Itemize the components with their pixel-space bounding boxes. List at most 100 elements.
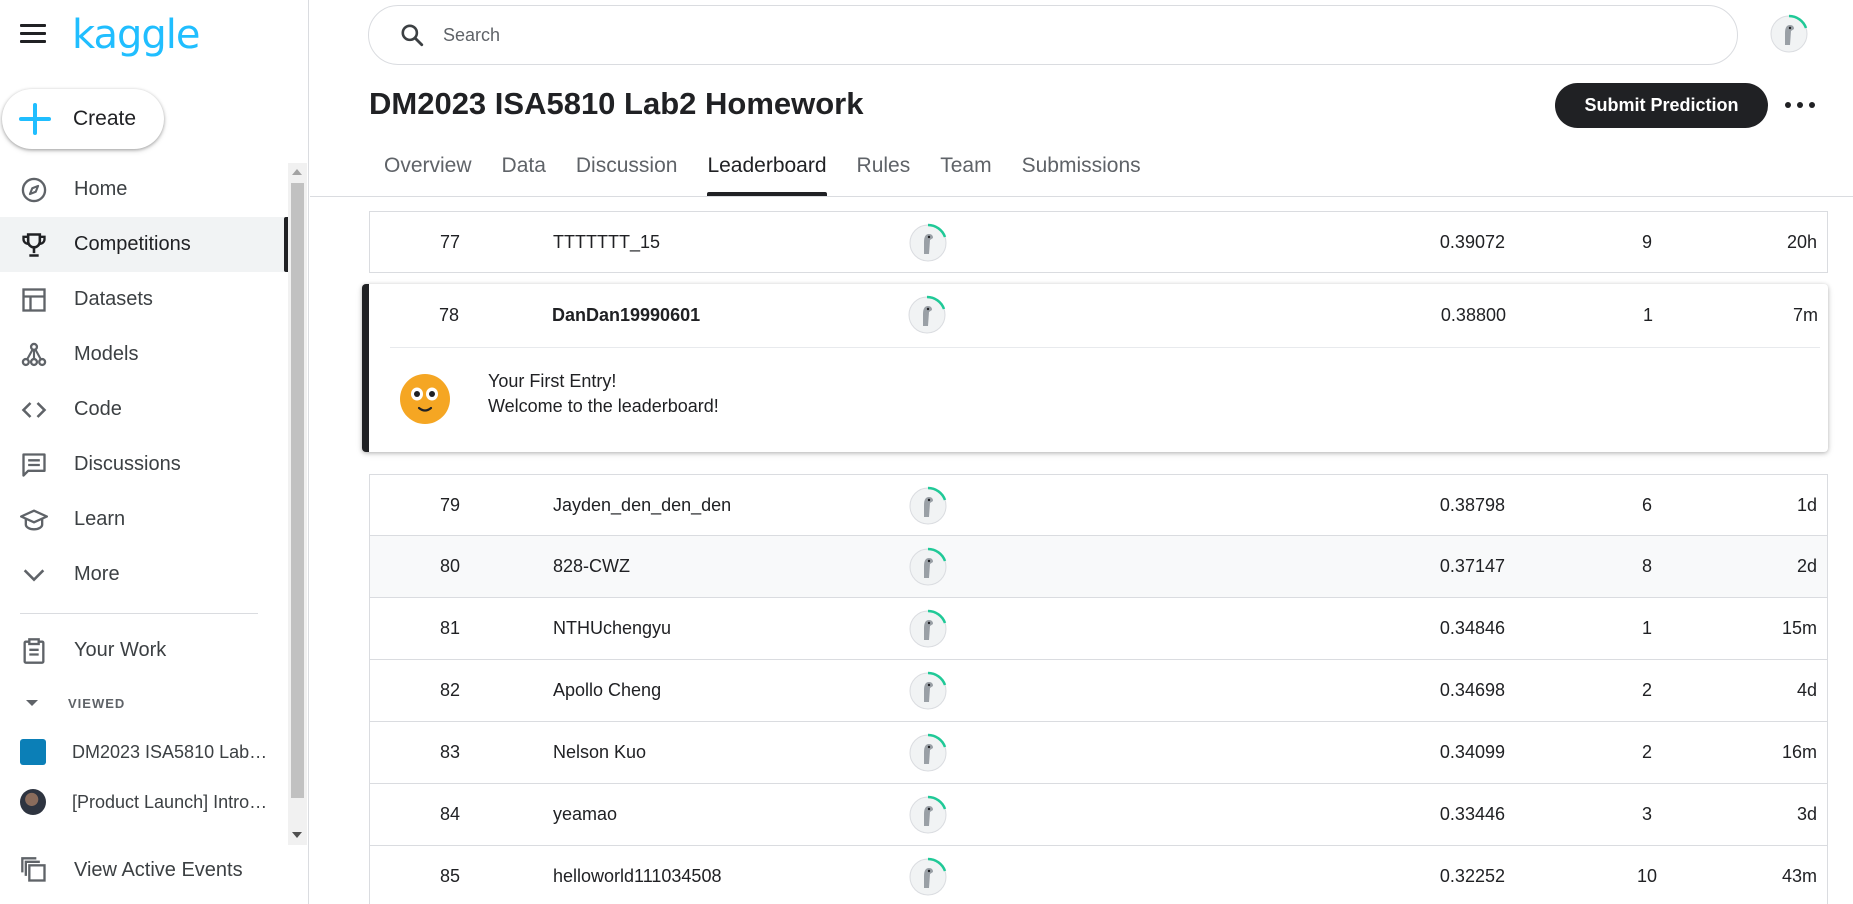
your-entry-highlight: 78 DanDan19990601 0.38800 1 7m Your Firs… (362, 284, 1828, 452)
team-name[interactable]: TTTTTTT_15 (553, 232, 660, 253)
sidebar-item-label: Learn (74, 508, 126, 530)
last-submission-cell: 1d (1796, 494, 1817, 515)
sidebar-item-code[interactable]: Code (0, 382, 288, 437)
kaggle-logo[interactable]: kaggle (72, 12, 200, 58)
team-name[interactable]: Jayden_den_den_den (553, 495, 731, 516)
tab-team[interactable]: Team (925, 148, 1006, 196)
sidebar-item-datasets[interactable]: Datasets (0, 272, 288, 327)
table-row[interactable]: 77 TTTTTTT_15 0.39072 9 20h (369, 211, 1828, 273)
trophy-icon (20, 231, 48, 259)
score-cell: 0.38800 (1440, 304, 1506, 325)
entries-cell: 6 (1641, 494, 1652, 515)
chevron-down-icon (20, 561, 48, 589)
divider (20, 613, 258, 614)
entries-cell: 10 (1636, 866, 1658, 886)
sidebar: kaggle Create Home Competitions Datasets (0, 0, 309, 904)
team-avatar[interactable] (908, 671, 948, 711)
table-row[interactable]: 82 Apollo Cheng 0.34698 2 4d (369, 660, 1828, 722)
create-button[interactable]: Create (2, 89, 164, 149)
table-row[interactable]: 81 NTHUchengyu 0.34846 1 15m (369, 598, 1828, 660)
sidebar-nav: Home Competitions Datasets Models Code D… (0, 162, 288, 602)
score-cell: 0.38798 (1439, 494, 1505, 515)
table-row[interactable]: 85 helloworld111034508 0.32252 10 43m (369, 846, 1828, 904)
sidebar-item-label: Home (74, 178, 128, 200)
team-name[interactable]: Apollo Cheng (553, 680, 661, 701)
rank-cell: 82 (439, 680, 461, 700)
last-submission-cell: 7m (1792, 304, 1818, 325)
team-avatar[interactable] (908, 486, 948, 526)
team-name[interactable]: Nelson Kuo (553, 742, 646, 763)
team-avatar[interactable] (908, 609, 948, 649)
team-name[interactable]: DanDan19990601 (552, 305, 700, 326)
entries-cell: 3 (1641, 804, 1652, 824)
team-avatar[interactable] (908, 733, 948, 773)
team-name[interactable]: helloworld111034508 (553, 866, 721, 887)
entries-cell: 1 (1641, 618, 1652, 638)
view-active-events-link[interactable]: View Active Events (0, 845, 288, 895)
sidebar-item-learn[interactable]: Learn (0, 492, 288, 547)
sidebar-item-discussions[interactable]: Discussions (0, 437, 288, 492)
score-cell: 0.34099 (1439, 742, 1505, 762)
scroll-up-arrow-icon[interactable] (292, 169, 302, 175)
team-avatar[interactable] (908, 795, 948, 835)
table-row[interactable]: 78 DanDan19990601 0.38800 1 7m (369, 284, 1828, 346)
team-name[interactable]: 828-CWZ (553, 556, 630, 577)
viewed-item-competition[interactable]: DM2023 ISA5810 Lab2 Homework (0, 728, 288, 776)
smiley-face-icon (400, 374, 450, 424)
search-icon (401, 24, 424, 47)
tab-discussion[interactable]: Discussion (561, 148, 693, 196)
sidebar-item-home[interactable]: Home (0, 162, 288, 217)
more-options-icon[interactable] (1785, 95, 1815, 115)
team-avatar[interactable] (907, 295, 947, 335)
rank-cell: 81 (439, 618, 461, 638)
tab-submissions[interactable]: Submissions (1007, 148, 1156, 196)
entries-cell: 8 (1641, 556, 1652, 576)
tab-rules[interactable]: Rules (842, 148, 926, 196)
scroll-down-arrow-icon[interactable] (292, 832, 302, 838)
divider (310, 196, 1853, 197)
sidebar-item-your-work[interactable]: Your Work (0, 623, 288, 678)
tab-data[interactable]: Data (487, 148, 561, 196)
team-avatar[interactable] (908, 547, 948, 587)
scrollbar-thumb[interactable] (291, 183, 304, 798)
entries-cell: 1 (1642, 304, 1653, 325)
compass-icon (20, 176, 48, 204)
sidebar-item-more[interactable]: More (0, 547, 288, 602)
tab-leaderboard[interactable]: Leaderboard (692, 148, 841, 196)
score-cell: 0.39072 (1439, 231, 1505, 252)
search-bar[interactable] (368, 5, 1738, 65)
discussion-icon (20, 451, 48, 479)
team-name[interactable]: yeamao (553, 804, 617, 825)
tab-overview[interactable]: Overview (369, 148, 487, 196)
avatar (20, 789, 46, 815)
team-name[interactable]: NTHUchengyu (553, 618, 671, 639)
team-avatar[interactable] (908, 223, 948, 263)
sidebar-item-label: Your Work (74, 639, 167, 661)
team-avatar[interactable] (908, 857, 948, 897)
search-input[interactable] (443, 24, 1643, 46)
sidebar-item-label: More (74, 563, 120, 585)
viewed-item-label: [Product Launch] Introducing Kaggle Mode… (72, 791, 272, 812)
user-avatar[interactable] (1769, 14, 1809, 54)
table-row[interactable]: 80 828-CWZ 0.37147 8 2d (369, 536, 1828, 598)
table-row[interactable]: 84 yeamao 0.33446 3 3d (369, 784, 1828, 846)
menu-icon[interactable] (20, 24, 46, 46)
entries-cell: 9 (1641, 231, 1652, 252)
plus-icon (19, 103, 51, 135)
sidebar-item-label: Discussions (74, 453, 181, 475)
viewed-section-toggle[interactable]: VIEWED (0, 690, 125, 716)
table-row[interactable]: 83 Nelson Kuo 0.34099 2 16m (369, 722, 1828, 784)
score-cell: 0.37147 (1439, 556, 1505, 576)
sidebar-item-competitions[interactable]: Competitions (0, 217, 288, 272)
table-row[interactable]: 79 Jayden_den_den_den 0.38798 6 1d (369, 474, 1828, 536)
clipboard-icon (20, 637, 48, 665)
competition-tabs: Overview Data Discussion Leaderboard Rul… (369, 148, 1156, 196)
caret-down-icon (26, 700, 38, 706)
sidebar-item-label: Models (74, 343, 139, 365)
viewed-item-discussion[interactable]: [Product Launch] Introducing Kaggle Mode… (0, 778, 288, 826)
graduation-cap-icon (20, 506, 48, 534)
sidebar-item-models[interactable]: Models (0, 327, 288, 382)
submit-prediction-button[interactable]: Submit Prediction (1555, 83, 1768, 128)
sidebar-scrollbar[interactable] (288, 163, 307, 845)
entries-cell: 2 (1641, 680, 1652, 700)
